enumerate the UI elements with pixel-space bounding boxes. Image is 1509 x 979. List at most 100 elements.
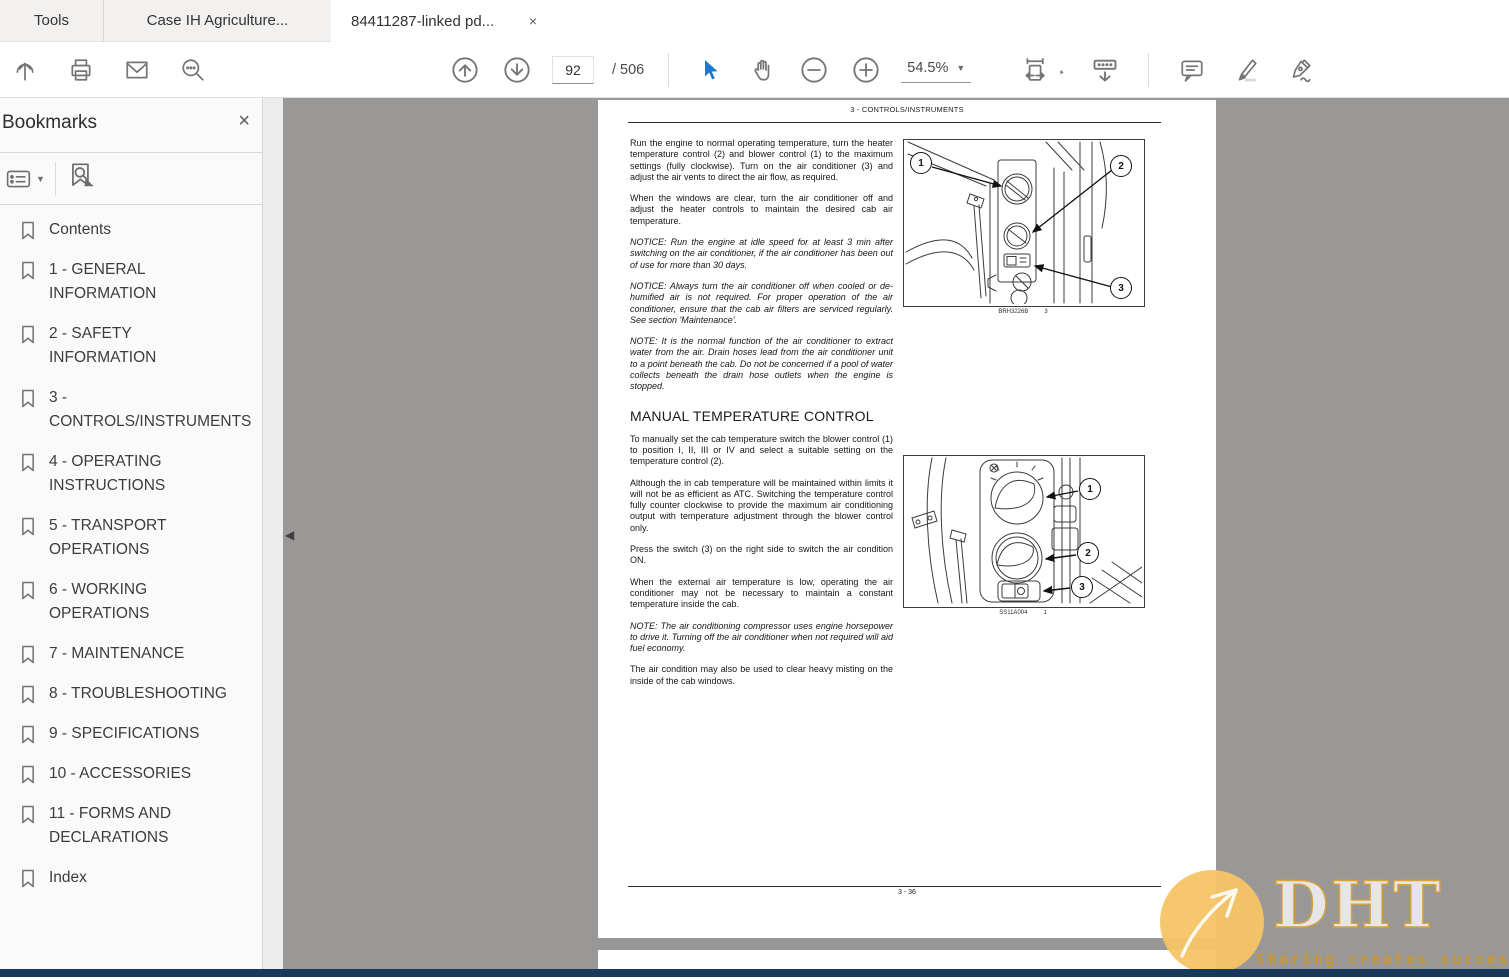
comment-icon[interactable] [1175,53,1209,87]
bookmark-icon [20,324,36,345]
bookmark-item-troubleshooting[interactable]: 8 - TROUBLESHOOTING [0,674,262,714]
dht-watermark-tagline: Sharing creates success [1256,950,1509,968]
page-count-label: / 506 [612,62,644,78]
page-down-icon[interactable] [500,53,534,87]
paragraph: The air condition may also be used to cl… [630,664,893,687]
tab-doc1-label: Case IH Agriculture... [147,12,289,29]
toolbar-center-group: / 506 54.5% ▼ [448,42,971,97]
toolbar-left-group [8,42,210,97]
figure2-caption-code: SS11A004 [999,610,1027,616]
bookmark-item-working-operations[interactable]: 6 - WORKING OPERATIONS [0,570,262,634]
email-icon[interactable] [120,53,154,87]
pdf-toolbar: / 506 54.5% ▼ [0,42,1509,98]
pdf-page: 3 - CONTROLS/INSTRUMENTS Run the engine … [598,100,1216,938]
dht-watermark-text: DHT [1273,868,1443,943]
zoom-in-icon[interactable] [849,53,883,87]
paragraph: Press the switch (3) on the right side t… [630,544,893,567]
bookmarks-panel-title: Bookmarks [2,112,97,134]
bookmark-item-maintenance[interactable]: 7 - MAINTENANCE [0,634,262,674]
callout-2: 2 [1110,155,1132,177]
select-cursor-icon[interactable] [693,53,727,87]
callout-2: 2 [1077,542,1099,564]
section-heading: MANUAL TEMPERATURE CONTROL [630,408,893,424]
toolbar-separator [668,53,669,87]
dht-logo-circle [1160,870,1264,974]
callout-1: 1 [1079,478,1101,500]
paragraph-notice: NOTICE: Always turn the air conditioner … [630,281,893,326]
paragraph: Although the in cab temperature will be … [630,478,893,534]
tab-tools[interactable]: Tools [0,0,104,42]
figure1-line-art [904,140,1142,304]
text-column: Run the engine to normal operating tempe… [630,138,893,697]
bookmarks-list: Contents 1 - GENERAL INFORMATION 2 - SAF… [0,210,262,898]
bookmark-item-specifications[interactable]: 9 - SPECIFICATIONS [0,714,262,754]
bookmark-icon [20,804,36,825]
search-icon[interactable] [176,53,210,87]
figure-cab-pillar-controls: 1 2 3 [903,139,1145,307]
bookmark-item-operating-instructions[interactable]: 4 - OPERATING INSTRUCTIONS [0,442,262,506]
highlighter-icon[interactable] [1229,53,1263,87]
bookmarks-close-icon[interactable]: × [238,110,250,133]
header-rule [628,122,1161,123]
figure2-caption-number: 1 [1043,610,1046,616]
paragraph-note: NOTE: It is the normal function of the a… [630,336,893,392]
callout-3: 3 [1110,277,1132,299]
hand-tool-icon[interactable] [745,53,779,87]
callout-3: 3 [1071,576,1093,598]
share-icon[interactable] [8,53,42,87]
running-header: 3 - CONTROLS/INSTRUMENTS [598,105,1216,114]
chevron-down-icon: ▼ [956,63,965,73]
bookmark-item-forms-and-declarations[interactable]: 11 - FORMS AND DECLARATIONS [0,794,262,858]
paragraph-notice: NOTICE: Run the engine at idle speed for… [630,237,893,271]
zoom-level-control[interactable]: 54.5% ▼ [901,56,971,83]
bookmark-icon [20,388,36,409]
bookmark-icon [20,868,36,889]
page-footer-number: 3 - 36 [598,889,1216,896]
bookmark-item-controls-instruments[interactable]: 3 - CONTROLS/INSTRUMENTS [0,378,262,442]
chevron-down-icon: ▼ [36,174,45,184]
tab-case-ih-agriculture[interactable]: Case IH Agriculture... [104,0,332,42]
find-current-bookmark-icon[interactable] [66,162,96,197]
bookmark-icon [20,580,36,601]
hide-toolbar-icon[interactable] [1088,53,1122,87]
bookmark-icon [20,684,36,705]
paragraph: When the windows are clear, turn the air… [630,193,893,227]
paragraph: To manually set the cab temperature swit… [630,434,893,468]
signature-pen-icon[interactable] [1283,53,1317,87]
bookmark-item-transport-operations[interactable]: 5 - TRANSPORT OPERATIONS [0,506,262,570]
bookmark-item-general-information[interactable]: 1 - GENERAL INFORMATION [0,250,262,314]
fit-to-width-icon[interactable] [1022,53,1068,87]
sidebar-splitter[interactable] [263,98,283,969]
bookmarks-toolbar: ▼ [0,154,262,204]
tab-84411287-linked-pdf-active[interactable]: 84411287-linked pd... × [331,0,551,42]
bookmark-item-accessories[interactable]: 10 - ACCESSORIES [0,754,262,794]
toolbar-separator [1148,53,1149,87]
pdf-viewport[interactable]: 3 - CONTROLS/INSTRUMENTS Run the engine … [283,98,1509,977]
figure2-line-art [904,456,1142,605]
zoom-out-icon[interactable] [797,53,831,87]
print-icon[interactable] [64,53,98,87]
bookmark-options-icon[interactable]: ▼ [6,168,45,190]
page-up-icon[interactable] [448,53,482,87]
tab-bar: Tools Case IH Agriculture... 84411287-li… [0,0,1509,42]
footer-rule [628,886,1161,887]
arrow-up-right-icon [1160,870,1264,974]
collapse-sidebar-icon[interactable]: ◀ [285,528,294,542]
bookmark-item-index[interactable]: Index [0,858,262,898]
bookmarks-panel: Bookmarks × ▼ Contents 1 - GENERAL INFOR… [0,98,263,969]
divider [0,152,262,153]
paragraph: When the external air temperature is low… [630,577,893,611]
zoom-level-value: 54.5% [907,60,948,76]
figure1-caption: BRH3226B 3 [903,309,1143,315]
toolbar-right-group [1022,42,1317,97]
bookmark-icon [20,644,36,665]
tab-close-icon[interactable]: × [529,13,537,29]
toolbar-separator [55,162,56,196]
paragraph: Run the engine to normal operating tempe… [630,138,893,183]
page-number-input[interactable] [552,56,594,84]
figure-manual-temperature-controls: 1 2 3 [903,455,1145,608]
bookmark-item-safety-information[interactable]: 2 - SAFETY INFORMATION [0,314,262,378]
bottom-bar [0,969,1509,977]
bookmark-item-contents[interactable]: Contents [0,210,262,250]
bookmark-icon [20,764,36,785]
